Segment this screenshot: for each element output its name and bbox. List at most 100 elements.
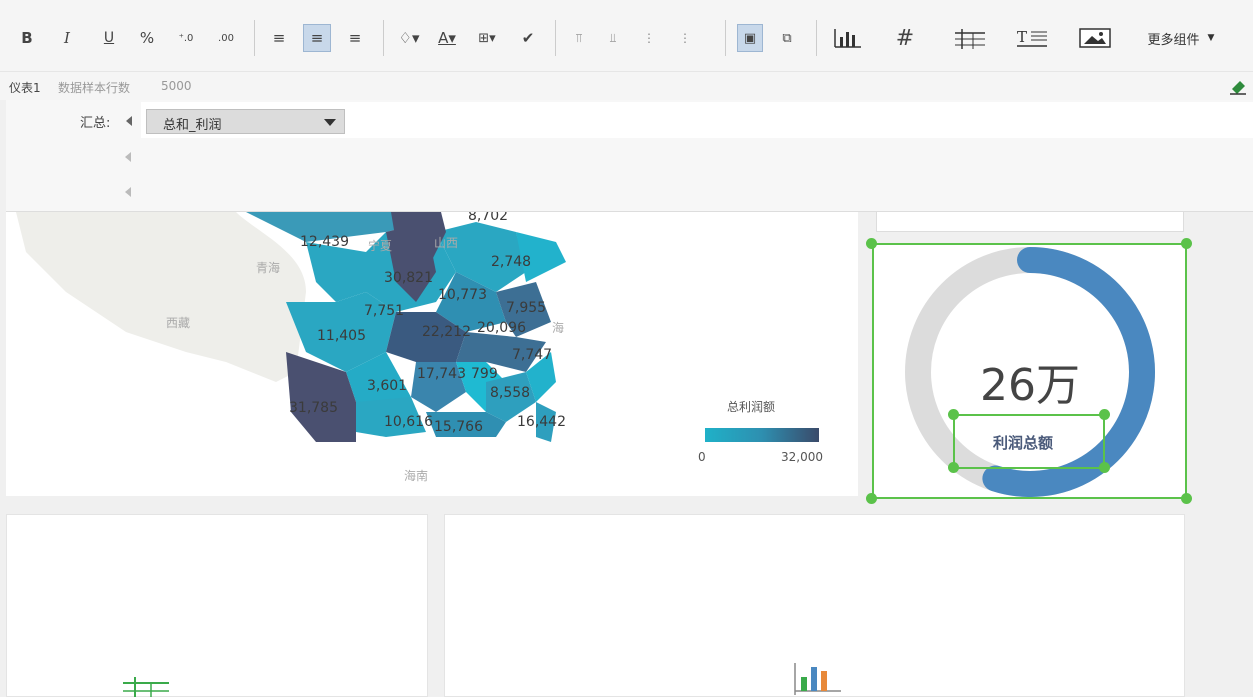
label-handle-top-left[interactable] — [948, 409, 959, 420]
format-painter-button[interactable]: ✔ — [514, 22, 542, 54]
insert-image-button[interactable] — [1076, 22, 1114, 54]
label-handle-top-right[interactable] — [1099, 409, 1110, 420]
gauge-value: 26万 — [980, 360, 1080, 411]
map-legend-title: 总利润额 — [727, 400, 776, 414]
map-region-name: 西藏 — [166, 316, 190, 330]
align-left-button[interactable]: ≡ — [266, 22, 292, 54]
insert-crosstab-button[interactable]: # — [888, 22, 922, 54]
map-value-label: 799 — [471, 366, 498, 382]
map-value-label: 30,821 — [384, 270, 433, 286]
more-components-dropdown[interactable]: 更多组件 ▼ — [1136, 22, 1226, 54]
ungroup-button[interactable]: ⧉ — [774, 22, 800, 54]
distribute-horizontal-button[interactable]: ⋮ — [636, 22, 662, 54]
underline-button[interactable]: U — [96, 22, 122, 54]
dropdown-caret-icon — [324, 119, 336, 126]
format-toolbar: B I U % ⁺.0 .00 ≡ ≡ ≡ ♢▾ A▾ ⊞▾ ✔ ⫪ ⫫ ⋮ ⋮… — [0, 0, 1253, 72]
toolbar-divider — [725, 20, 726, 56]
percent-button[interactable]: % — [134, 22, 160, 54]
map-region-name: 青海 — [256, 260, 280, 275]
table-placeholder-icon — [123, 677, 169, 697]
italic-button[interactable]: I — [54, 22, 80, 54]
eraser-icon[interactable] — [1228, 77, 1248, 95]
map-value-label: 20,096 — [477, 320, 526, 336]
summary-label: 汇总: — [80, 116, 111, 131]
svg-text:T: T — [1017, 28, 1027, 46]
map-legend-gradient — [705, 428, 819, 442]
summary-row — [141, 174, 1253, 210]
insert-text-button[interactable]: T — [1014, 22, 1050, 54]
decimal-decrease-icon: .00 — [218, 32, 234, 44]
resize-handle-bottom-left[interactable] — [866, 493, 877, 504]
paint-bucket-icon: ♢▾ — [398, 29, 420, 47]
empty-chart-component[interactable] — [444, 514, 1185, 697]
toolbar-divider — [555, 20, 556, 56]
map-value-label: 8,702 — [468, 212, 508, 224]
resize-handle-bottom-right[interactable] — [1181, 493, 1192, 504]
map-legend-max: 32,000 — [781, 450, 823, 464]
group-icon: ▣ — [743, 30, 757, 46]
dashboard-editor: B I U % ⁺.0 .00 ≡ ≡ ≡ ♢▾ A▾ ⊞▾ ✔ ⫪ ⫫ ⋮ ⋮… — [0, 0, 1253, 697]
distribute-vertical-icon: ⋮ — [679, 31, 691, 45]
resize-handle-top-left[interactable] — [866, 238, 877, 249]
toolbar-divider — [383, 20, 384, 56]
text-icon: T — [1017, 28, 1047, 47]
empty-table-component[interactable] — [6, 514, 428, 697]
map-region-name: 海 — [552, 320, 564, 335]
chart-placeholder-icon — [794, 663, 841, 695]
align-right-button[interactable]: ≡ — [342, 22, 368, 54]
table-icon — [955, 29, 985, 49]
align-center-button[interactable]: ≡ — [303, 24, 331, 52]
decimal-decrease-button[interactable]: .00 — [212, 22, 240, 54]
gauge-label[interactable]: 利润总额 — [993, 432, 1053, 453]
insert-chart-button[interactable] — [830, 22, 866, 54]
chevron-down-icon: ▼ — [1207, 33, 1215, 43]
collapse-left-icon[interactable] — [125, 187, 131, 197]
label-handle-bottom-left[interactable] — [948, 462, 959, 473]
format-painter-icon: ✔ — [521, 29, 535, 47]
top-right-card[interactable] — [876, 212, 1184, 232]
map-value-label: 10,773 — [438, 287, 487, 303]
china-map-svg: 8,702 12,439 30,821 2,748 10,773 7,955 7… — [16, 212, 566, 483]
map-region-name: 海南 — [404, 468, 428, 483]
dashboard-info-bar: 仪表1 数据样本行数 5000 — [0, 72, 1253, 100]
insert-table-button[interactable] — [950, 22, 990, 54]
fill-color-button[interactable]: ♢▾ — [394, 22, 424, 54]
sample-rows-value: 5000 — [161, 79, 192, 93]
align-bottom-button[interactable]: ⫫ — [600, 22, 626, 54]
map-value-label: 22,212 — [422, 324, 471, 340]
group-button[interactable]: ▣ — [737, 24, 763, 52]
map-region-name: 山西 — [434, 236, 458, 250]
font-color-icon: A▾ — [438, 29, 456, 47]
map-value-label: 31,785 — [289, 400, 338, 416]
map-value-label: 2,748 — [491, 254, 531, 270]
resize-handle-top-right[interactable] — [1181, 238, 1192, 249]
decimal-increase-icon: ⁺.0 — [178, 32, 194, 44]
align-center-icon: ≡ — [310, 29, 324, 47]
decimal-increase-button[interactable]: ⁺.0 — [172, 22, 200, 54]
toolbar-divider — [254, 20, 255, 56]
bold-button[interactable]: B — [14, 22, 40, 54]
bar-chart-icon — [834, 29, 861, 48]
label-handle-bottom-right[interactable] — [1099, 462, 1110, 473]
map-chart[interactable]: 8,702 12,439 30,821 2,748 10,773 7,955 7… — [6, 212, 858, 496]
map-region-name: 宁夏 — [368, 238, 392, 253]
sample-rows-label: 数据样本行数 — [58, 81, 131, 95]
collapse-left-icon[interactable] — [126, 116, 132, 126]
map-value-label: 12,439 — [300, 234, 349, 250]
align-right-icon: ≡ — [348, 29, 362, 47]
dashboard-name: 仪表1 — [9, 81, 41, 95]
border-icon: ⊞▾ — [478, 30, 496, 46]
border-button[interactable]: ⊞▾ — [472, 22, 502, 54]
collapse-left-icon[interactable] — [125, 152, 131, 162]
image-icon — [1079, 28, 1111, 48]
map-value-label: 15,766 — [434, 419, 483, 435]
map-value-label: 7,751 — [364, 303, 404, 319]
font-color-button[interactable]: A▾ — [432, 22, 462, 54]
map-value-label: 8,558 — [490, 385, 530, 401]
map-legend-min: 0 — [698, 450, 706, 464]
western-land — [16, 212, 306, 382]
map-value-label: 10,616 — [384, 414, 433, 430]
align-top-button[interactable]: ⫪ — [566, 22, 592, 54]
distribute-vertical-button[interactable]: ⋮ — [672, 22, 698, 54]
summary-field-select[interactable]: 总和_利润 — [146, 109, 345, 134]
